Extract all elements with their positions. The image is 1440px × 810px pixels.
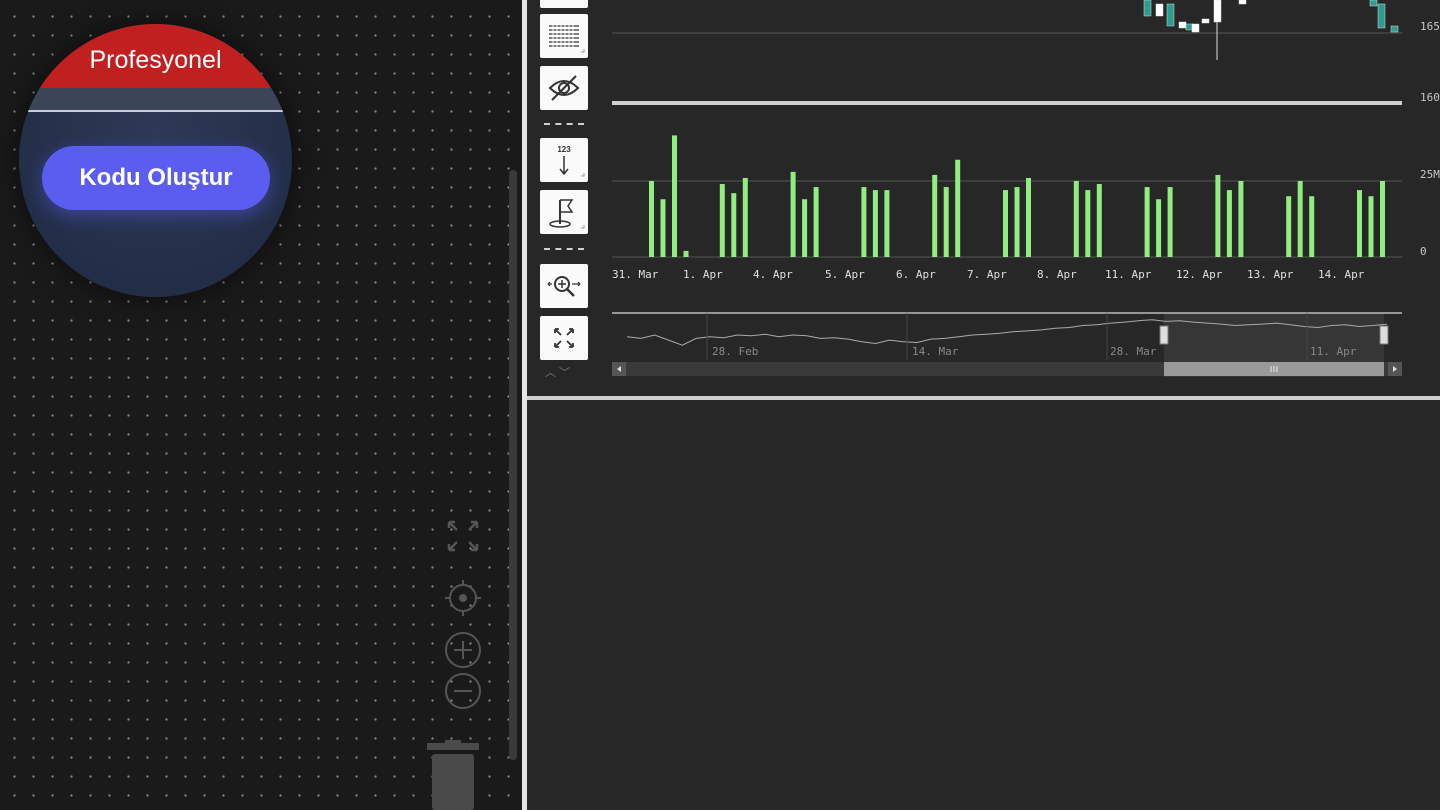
volume-bar [1096,184,1102,257]
volume-bar [1003,190,1008,257]
date-tick-label: 5. Apr [825,268,865,281]
volume-bar [660,199,666,257]
editor-scrollbar[interactable] [509,170,517,760]
price-axis-label: 160 [1420,91,1440,104]
candle [1377,3,1386,29]
candle [1238,0,1247,5]
candle [1155,3,1164,17]
volume-bar [672,135,677,257]
locate-icon[interactable] [445,580,481,616]
volume-bar [1380,181,1385,257]
volume-bar [1357,190,1362,257]
date-tick-label: 11. Apr [1105,268,1152,281]
generate-code-button[interactable]: Kodu Oluştur [42,146,270,210]
date-tick-label: 1. Apr [683,268,723,281]
date-tick-label: 12. Apr [1176,268,1223,281]
trash-icon[interactable] [427,740,479,810]
volume-bar [1144,187,1150,257]
date-tick-label: 6. Apr [896,268,936,281]
flag-tool-button[interactable] [540,190,588,234]
date-tick-label: 7. Apr [967,268,1007,281]
candle [1213,0,1222,23]
toolbar-scroll-arrows[interactable]: ︿ ﹀ [545,364,570,380]
lens-divider [19,110,292,112]
grid-tool-button[interactable] [540,14,588,58]
candle [1178,21,1187,29]
hide-tool-button[interactable] [540,66,588,110]
volume-bar [1014,187,1020,257]
candle [1201,18,1210,24]
volume-bar [884,190,890,257]
volume-bar [742,177,748,257]
zoom-search-icon [547,276,581,297]
volume-bar [1215,174,1221,257]
price-baseline [612,101,1402,105]
values-tool-button[interactable]: 123 [540,138,588,182]
volume-bar [1167,187,1173,257]
volume-bar [802,199,808,257]
volume-bar [731,193,737,257]
lens-header: Profesyonel [19,24,292,88]
volume-bar [1026,177,1031,257]
plan-label: Profesyonel [89,46,222,74]
volume-bar [1085,190,1091,257]
volume-bar [943,187,949,257]
price-axis-label: 165 [1420,20,1440,33]
navigator-handle-left [1159,325,1169,345]
chart-toolbar: 123 [540,0,588,380]
volume-bar [1309,196,1315,257]
volume-bar [813,187,819,257]
candle [1369,0,1378,7]
candle [1390,25,1399,33]
volume-bar [1297,181,1303,257]
volume-bar [872,190,878,257]
volume-bar [683,250,689,257]
toolbar-separator [544,248,584,250]
volume-bar [1226,190,1232,257]
candle [1143,0,1152,17]
chart-svg [612,0,1402,377]
volume-bar [649,181,654,257]
volume-axis-label: 25M [1420,168,1440,181]
date-tick-label: 14. Apr [1318,268,1365,281]
volume-bar [932,174,938,257]
values-text: 123 [557,145,571,154]
volume-bar [861,187,867,257]
volume-bar [1286,196,1292,257]
volume-bar [719,184,725,257]
date-tick-label: 4. Apr [753,268,793,281]
candle [1191,23,1200,33]
tool-button-partial[interactable] [540,0,588,8]
date-tick-label: 31. Mar [612,268,659,281]
navigator-date-label: 28. Mar [1110,345,1157,358]
values-123-icon: 123 [557,145,585,177]
preview-area [527,400,1440,810]
hide-eye-icon [548,75,580,101]
candle [1166,3,1175,27]
date-tick-label: 8. Apr [1037,268,1077,281]
date-tick-label: 13. Apr [1247,268,1294,281]
navigator-handle-right [1379,325,1389,345]
flag-icon [549,199,585,229]
navigator-date-label: 11. Apr [1310,345,1357,358]
fullscreen-tool-button[interactable] [540,316,588,360]
navigator-date-label: 28. Feb [712,345,759,358]
fullscreen-icon [554,328,574,348]
lens-band [19,88,292,110]
volume-bar [1156,199,1162,257]
toolbar-separator [544,123,584,125]
volume-bar [1368,196,1374,257]
volume-bar [1073,181,1079,257]
volume-bar [955,159,961,257]
zoom-in-icon[interactable] [444,631,482,669]
zoom-out-icon[interactable] [444,672,482,710]
navigator-date-label: 14. Mar [912,345,959,358]
fit-view-icon[interactable] [447,520,479,552]
zoom-tool-button[interactable] [540,264,588,308]
volume-axis-label: 0 [1420,245,1427,258]
magnifier-lens: Profesyonel Kodu Oluştur [19,24,292,297]
grid-icon [549,24,585,53]
volume-bar [1238,181,1244,257]
volume-bar [790,171,796,257]
